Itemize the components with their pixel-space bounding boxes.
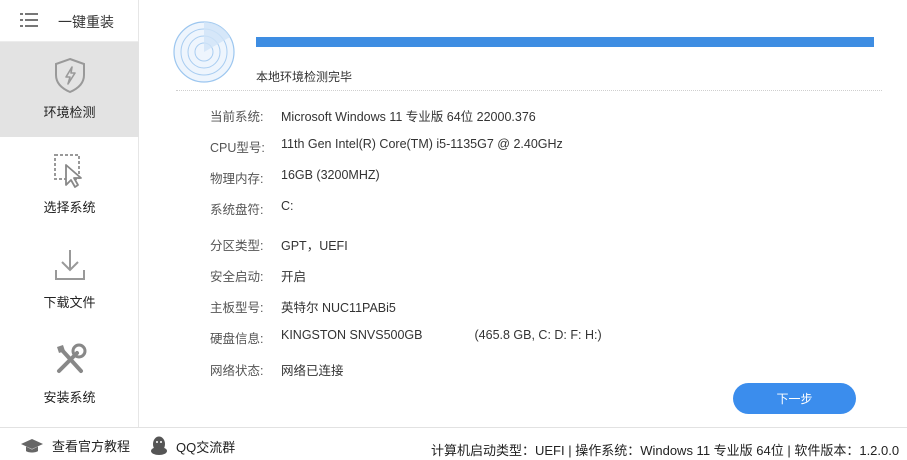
tools-icon (56, 343, 86, 373)
qq-penguin-icon (151, 436, 167, 455)
nav-item-label: 选择系统 (43, 200, 96, 215)
download-icon (54, 250, 85, 280)
next-step-button[interactable]: 下一步 (733, 383, 856, 414)
status-text: 本地环境检测完毕 (256, 70, 353, 84)
info-row-disk: 硬盘信息: KINGSTON SNVS500GB (465.8 GB, C: D… (210, 328, 602, 347)
info-row-motherboard: 主板型号: 英特尔 NUC11PABi5 (210, 297, 396, 316)
info-value: 11th Gen Intel(R) Core(TM) i5-1135G7 @ 2… (281, 137, 563, 151)
nav-item-select-system[interactable]: 选择系统 (0, 137, 139, 232)
info-value: KINGSTON SNVS500GB (281, 328, 423, 342)
main-panel: 本地环境检测完毕 当前系统: Microsoft Windows 11 专业版 … (140, 0, 907, 427)
nav-item-label: 安装系统 (43, 390, 96, 405)
info-label: 安全启动: (210, 270, 264, 284)
info-row-system-drive: 系统盘符: C: (210, 199, 294, 218)
nav-item-install-system[interactable]: 安装系统 (0, 327, 139, 422)
nav-item-label: 环境检测 (43, 105, 96, 120)
footer-status-text: 计算机启动类型：UEFI | 操作系统：Windows 11 专业版 64位 |… (431, 443, 900, 458)
info-label: 分区类型: (210, 239, 264, 253)
shield-icon (54, 57, 85, 94)
progress-fill (256, 37, 874, 47)
qq-group-label: QQ交流群 (176, 439, 236, 455)
radar-scan-icon (173, 21, 235, 83)
info-row-partition: 分区类型: GPT，UEFI (210, 235, 348, 254)
info-label: 硬盘信息: (210, 332, 264, 346)
info-value: 开启 (281, 270, 307, 284)
footer: 查看官方教程 QQ交流群 计算机启动类型：UEFI | 操作系统：Windows… (0, 427, 907, 460)
graduation-cap-icon (21, 438, 43, 452)
cursor-icon (53, 154, 82, 188)
info-value: 英特尔 NUC11PABi5 (281, 301, 396, 315)
info-row-network: 网络状态: 网络已连接 (210, 360, 344, 379)
official-tutorial-label: 查看官方教程 (52, 439, 131, 454)
progress-bar (256, 37, 874, 47)
info-value: C: (281, 199, 294, 213)
info-value: Microsoft Windows 11 专业版 64位 22000.376 (281, 110, 536, 124)
info-label: 当前系统: (210, 110, 264, 124)
sidebar-header: 一键重装 (0, 0, 138, 42)
qq-group-link[interactable]: QQ交流群 (150, 436, 235, 456)
info-label: 主板型号: (210, 301, 264, 315)
info-row-memory: 物理内存: 16GB (3200MHZ) (210, 168, 380, 187)
nav-item-label: 下载文件 (43, 295, 96, 310)
nav-item-env-check[interactable]: 环境检测 (0, 42, 139, 137)
info-row-os: 当前系统: Microsoft Windows 11 专业版 64位 22000… (210, 106, 536, 125)
info-value: 网络已连接 (281, 364, 344, 378)
info-value: 16GB (3200MHZ) (281, 168, 380, 182)
info-label: 物理内存: (210, 172, 264, 186)
divider (176, 90, 882, 91)
info-value: GPT，UEFI (281, 239, 348, 253)
nav-item-download-files[interactable]: 下载文件 (0, 232, 139, 327)
sidebar: 一键重装 环境检测 选择系统 下载文件 安装系统 (0, 0, 139, 427)
disk-detail: (465.8 GB, C: D: F: H:) (474, 328, 602, 342)
app-title: 一键重装 (58, 14, 114, 30)
info-row-cpu: CPU型号: 11th Gen Intel(R) Core(TM) i5-113… (210, 137, 563, 156)
menu-list-icon[interactable] (20, 12, 38, 28)
official-tutorial-link[interactable]: 查看官方教程 (20, 436, 130, 455)
info-label: CPU型号: (210, 141, 265, 155)
info-row-secure-boot: 安全启动: 开启 (210, 266, 306, 285)
info-label: 系统盘符: (210, 203, 264, 217)
info-label: 网络状态: (210, 364, 264, 378)
